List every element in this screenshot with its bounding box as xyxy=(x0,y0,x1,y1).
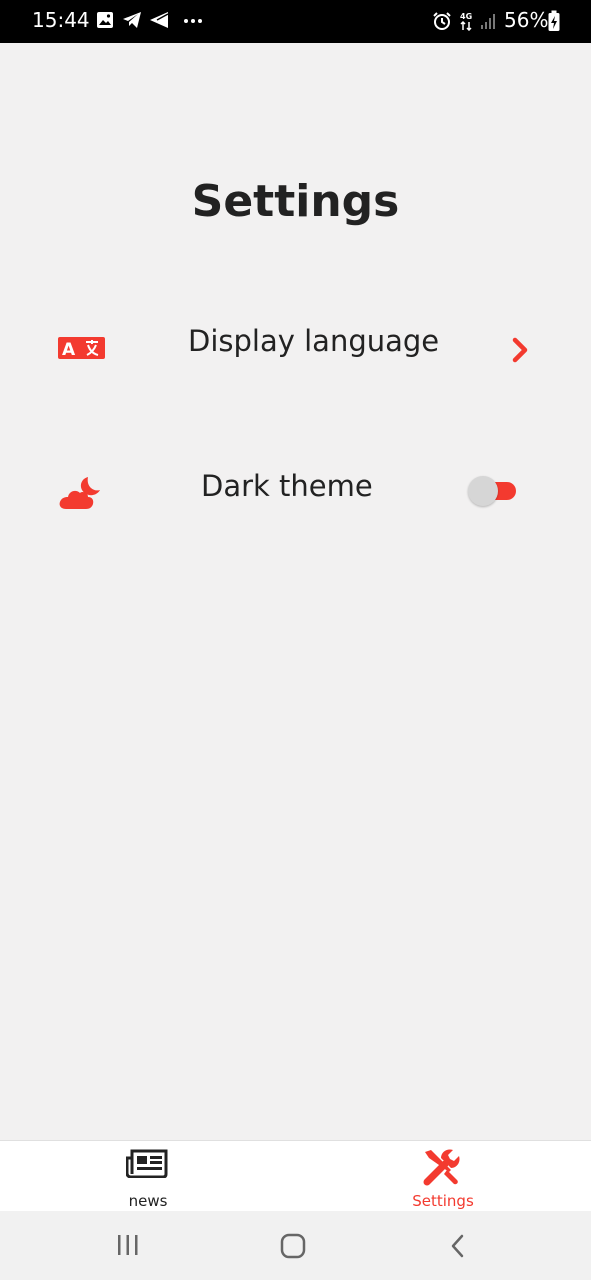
battery-percentage: 56% xyxy=(504,8,549,32)
recent-apps-icon[interactable] xyxy=(116,1233,140,1257)
settings-item-display-language[interactable]: A Display language xyxy=(0,304,591,384)
dark-theme-toggle[interactable] xyxy=(468,475,518,506)
cloud-moon-icon xyxy=(59,477,100,509)
alarm-icon xyxy=(433,12,451,30)
network-4g-icon: 4G xyxy=(460,12,472,31)
gallery-icon xyxy=(97,12,113,28)
chevron-right-icon[interactable] xyxy=(510,336,530,364)
display-language-label: Display language xyxy=(188,324,440,358)
bottom-navigation: news Settings xyxy=(0,1140,591,1212)
translate-icon: A xyxy=(58,337,105,359)
battery-icon xyxy=(548,10,560,31)
status-bar: 15:44 4G 56% xyxy=(0,0,591,43)
nav-label-news: news xyxy=(128,1192,168,1210)
settings-item-dark-theme[interactable]: Dark theme xyxy=(0,449,591,529)
system-navigation-bar xyxy=(0,1211,591,1280)
back-icon[interactable] xyxy=(448,1233,468,1259)
nav-item-settings[interactable]: Settings xyxy=(343,1141,543,1212)
dark-theme-label: Dark theme xyxy=(201,469,373,503)
home-icon[interactable] xyxy=(280,1233,306,1259)
page-title: Settings xyxy=(191,176,400,227)
signal-icon xyxy=(481,14,495,29)
nav-item-news[interactable]: news xyxy=(48,1141,248,1212)
send-icon xyxy=(150,12,169,28)
more-dots-icon xyxy=(184,19,202,23)
svg-text:4G: 4G xyxy=(460,12,472,21)
toggle-thumb xyxy=(468,476,498,506)
tools-icon xyxy=(423,1149,460,1186)
status-time: 15:44 xyxy=(32,8,90,32)
nav-label-settings: Settings xyxy=(412,1192,474,1210)
svg-text:A: A xyxy=(62,340,76,359)
telegram-icon xyxy=(123,12,141,28)
newspaper-icon xyxy=(126,1149,168,1178)
